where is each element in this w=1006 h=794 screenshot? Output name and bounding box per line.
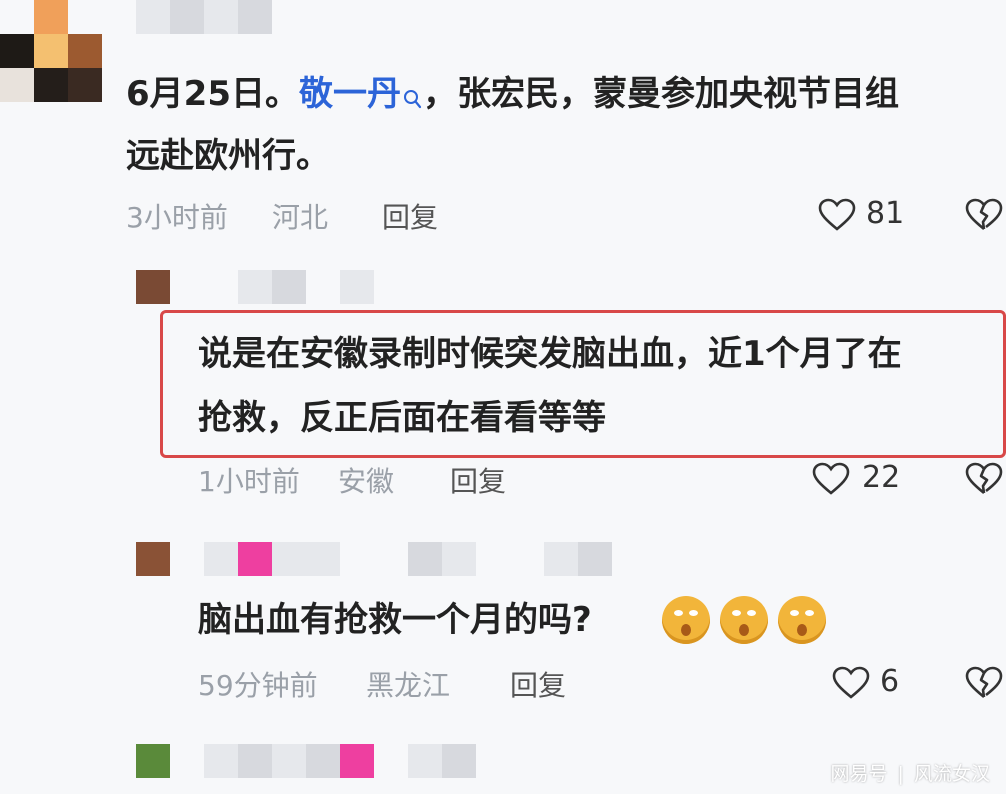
location: 河北 xyxy=(272,201,329,234)
comment-meta: 3小时前 河北 回复 81 xyxy=(126,196,1006,240)
comment-text: 说是在安徽录制时候突发脑出血，近1个月了在 抢救，反正后面在看看等等 xyxy=(198,326,998,446)
annoyed-face-emoji xyxy=(662,596,710,644)
heart-outline-icon xyxy=(818,198,856,232)
heart-outline-icon xyxy=(812,462,850,496)
like-count: 22 xyxy=(862,460,901,495)
comment-meta: 1小时前 安徽 回复 22 xyxy=(198,460,1006,504)
like-count: 81 xyxy=(866,196,905,231)
reply-button[interactable]: 回复 xyxy=(450,460,506,500)
avatar[interactable] xyxy=(136,270,170,304)
comment-meta: 59分钟前 黑龙江 回复 6 xyxy=(198,664,1006,708)
mention-link[interactable]: 敬一丹 xyxy=(299,74,423,114)
dislike-button[interactable] xyxy=(964,666,1004,700)
watermark: 网易号 | 风流女汉 xyxy=(830,759,990,786)
comment-text-line1: 说是在安徽录制时候突发脑出血，近1个月了在 xyxy=(198,334,902,374)
annoyed-face-emoji xyxy=(778,596,826,644)
comment-text: 脑出血有抢救一个月的吗? xyxy=(198,592,592,648)
comment-text: 6月25日。敬一丹 ，张宏民，蒙曼参加央视节目组 远赴欧州行。 xyxy=(126,66,1006,184)
location: 黑龙江 xyxy=(366,669,451,702)
avatar[interactable] xyxy=(136,542,170,576)
timestamp: 59分钟前 xyxy=(198,669,318,702)
comment-text-line2: 抢救，反正后面在看看等等 xyxy=(198,398,606,438)
reply-button[interactable]: 回复 xyxy=(382,196,438,236)
location: 安徽 xyxy=(338,465,395,498)
reply-button[interactable]: 回复 xyxy=(510,664,566,704)
like-button[interactable] xyxy=(832,666,870,700)
comment-date-text: 6月25日。 xyxy=(126,74,299,114)
watermark-author: 风流女汉 xyxy=(913,763,990,785)
like-button[interactable] xyxy=(818,198,856,232)
broken-heart-icon xyxy=(964,462,1004,496)
broken-heart-icon xyxy=(964,666,1004,700)
search-icon xyxy=(403,72,423,128)
like-button[interactable] xyxy=(812,462,850,496)
dislike-button[interactable] xyxy=(964,462,1004,496)
timestamp: 1小时前 xyxy=(198,465,300,498)
avatar[interactable] xyxy=(0,0,104,104)
dislike-button[interactable] xyxy=(964,198,1004,232)
timestamp: 3小时前 xyxy=(126,201,228,234)
broken-heart-icon xyxy=(964,198,1004,232)
avatar[interactable] xyxy=(136,744,170,778)
comment-body: 脑出血有抢救一个月的吗? xyxy=(198,600,592,640)
annoyed-face-emoji xyxy=(720,596,768,644)
watermark-separator: | xyxy=(897,763,904,785)
watermark-brand: 网易号 xyxy=(830,763,888,785)
like-count: 6 xyxy=(880,664,900,699)
heart-outline-icon xyxy=(832,666,870,700)
comment-rest-text: ，张宏民，蒙曼参加央视节目组 xyxy=(422,74,899,114)
comment-text-line2: 远赴欧州行。 xyxy=(126,136,330,176)
